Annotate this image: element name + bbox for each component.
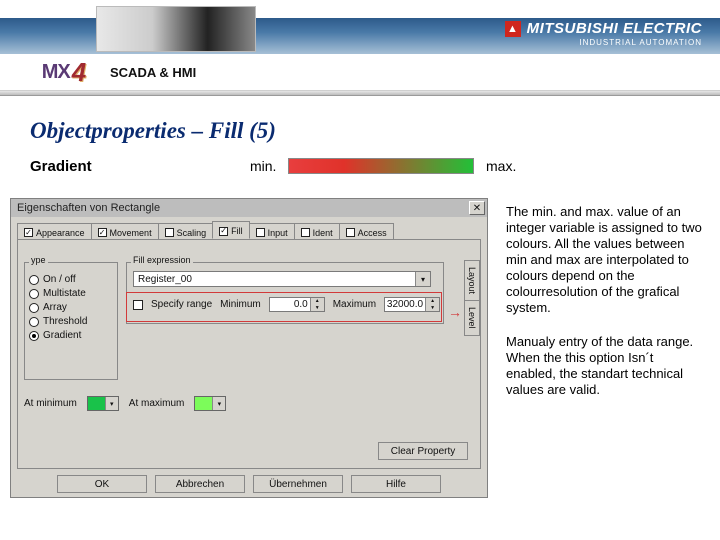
checkmark-icon: ✓ bbox=[219, 227, 228, 236]
apply-button[interactable]: Übernehmen bbox=[253, 475, 343, 493]
tab-movement[interactable]: ✓Movement bbox=[91, 223, 159, 239]
radio-threshold[interactable]: Threshold bbox=[29, 316, 113, 327]
gradient-label: Gradient bbox=[30, 158, 92, 175]
ok-button[interactable]: OK bbox=[57, 475, 147, 493]
dropdown-icon: ▾ bbox=[212, 397, 225, 410]
properties-dialog: Eigenschaften von Rectangle ✕ ✓Appearanc… bbox=[10, 198, 488, 498]
type-group: ype On / off Multistate Array Threshold … bbox=[24, 262, 118, 380]
max-label: max. bbox=[486, 158, 516, 174]
dropdown-icon: ▾ bbox=[415, 272, 430, 286]
fill-expression-group: Fill expression Register_00 ▾ Specify ra… bbox=[126, 262, 444, 324]
tab-appearance[interactable]: ✓Appearance bbox=[17, 223, 92, 239]
specify-range-label: Specify range bbox=[151, 299, 212, 310]
tab-scaling[interactable]: Scaling bbox=[158, 223, 214, 239]
product-logo: MX4 bbox=[24, 54, 104, 90]
at-minimum-color[interactable]: ▾ bbox=[87, 396, 119, 411]
tab-access[interactable]: Access bbox=[339, 223, 394, 239]
radio-onoff[interactable]: On / off bbox=[29, 274, 113, 285]
explain-p1: The min. and max. value of an integer va… bbox=[506, 204, 706, 316]
maximum-input[interactable]: 32000.0▲▼ bbox=[384, 297, 440, 312]
gradient-preview bbox=[288, 158, 474, 174]
minimum-label: Minimum bbox=[220, 299, 261, 310]
checkbox-empty-icon bbox=[346, 228, 355, 237]
brand-subtitle: INDUSTRIAL AUTOMATION bbox=[579, 38, 702, 47]
cancel-button[interactable]: Abbrechen bbox=[155, 475, 245, 493]
tab-ident[interactable]: Ident bbox=[294, 223, 340, 239]
radio-array[interactable]: Array bbox=[29, 302, 113, 313]
tab-fill[interactable]: ✓Fill bbox=[212, 221, 250, 239]
spin-down-icon[interactable]: ▼ bbox=[425, 305, 439, 312]
maximum-label: Maximum bbox=[333, 299, 376, 310]
checkmark-icon: ✓ bbox=[98, 228, 107, 237]
page-title: Objectproperties – Fill (5) bbox=[30, 118, 276, 144]
brand-name: MITSUBISHI ELECTRIC bbox=[527, 20, 702, 37]
vtab-layout[interactable]: Layout bbox=[464, 260, 480, 301]
checkbox-empty-icon bbox=[301, 228, 310, 237]
radio-multistate[interactable]: Multistate bbox=[29, 288, 113, 299]
brand: ▲ MITSUBISHI ELECTRIC bbox=[505, 20, 702, 37]
fill-legend: Fill expression bbox=[131, 255, 193, 265]
at-minimum-label: At minimum bbox=[24, 398, 77, 409]
min-label: min. bbox=[250, 158, 276, 174]
checkmark-icon: ✓ bbox=[24, 228, 33, 237]
checkbox-empty-icon bbox=[256, 228, 265, 237]
help-button[interactable]: Hilfe bbox=[351, 475, 441, 493]
minimum-input[interactable]: 0.0▲▼ bbox=[269, 297, 325, 312]
brand-logo-icon: ▲ bbox=[505, 21, 521, 37]
at-maximum-label: At maximum bbox=[129, 398, 185, 409]
at-maximum-color[interactable]: ▾ bbox=[194, 396, 226, 411]
tab-strip: ✓Appearance ✓Movement Scaling ✓Fill Inpu… bbox=[11, 217, 487, 239]
radio-gradient[interactable]: Gradient bbox=[29, 330, 113, 341]
specify-range-checkbox[interactable] bbox=[133, 300, 143, 310]
explain-p2: Manualy entry of the data range. When th… bbox=[506, 334, 706, 398]
close-button[interactable]: ✕ bbox=[469, 201, 485, 215]
dialog-title: Eigenschaften von Rectangle bbox=[13, 202, 467, 214]
tab-input[interactable]: Input bbox=[249, 223, 295, 239]
dropdown-icon: ▾ bbox=[105, 397, 118, 410]
product-tagline: SCADA & HMI bbox=[110, 65, 196, 80]
product-photo bbox=[96, 6, 256, 52]
type-legend: ype bbox=[29, 255, 48, 265]
callout-arrow-icon: → bbox=[448, 304, 462, 320]
spin-down-icon[interactable]: ▼ bbox=[310, 305, 324, 312]
register-combo[interactable]: Register_00 ▾ bbox=[133, 271, 431, 287]
checkbox-empty-icon bbox=[165, 228, 174, 237]
clear-property-button[interactable]: Clear Property bbox=[378, 442, 468, 460]
vtab-level[interactable]: Level bbox=[464, 300, 480, 336]
